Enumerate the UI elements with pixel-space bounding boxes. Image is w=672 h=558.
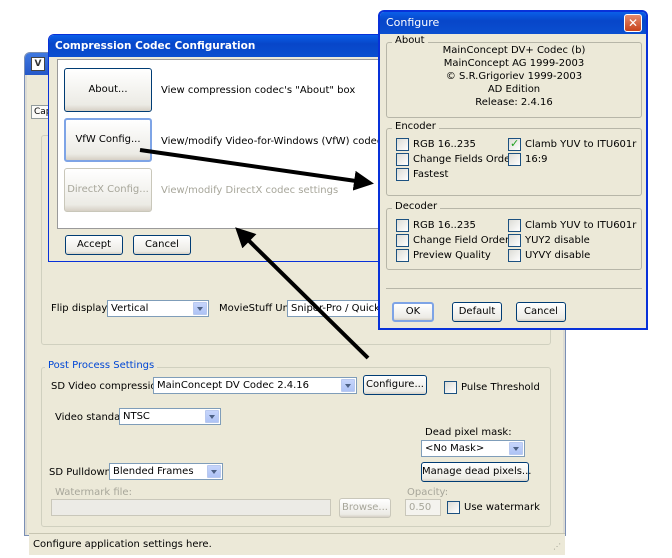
arrow-to-codec-window [235, 227, 370, 360]
arrow-to-configure [139, 148, 374, 191]
annotation-arrows [139, 148, 374, 360]
